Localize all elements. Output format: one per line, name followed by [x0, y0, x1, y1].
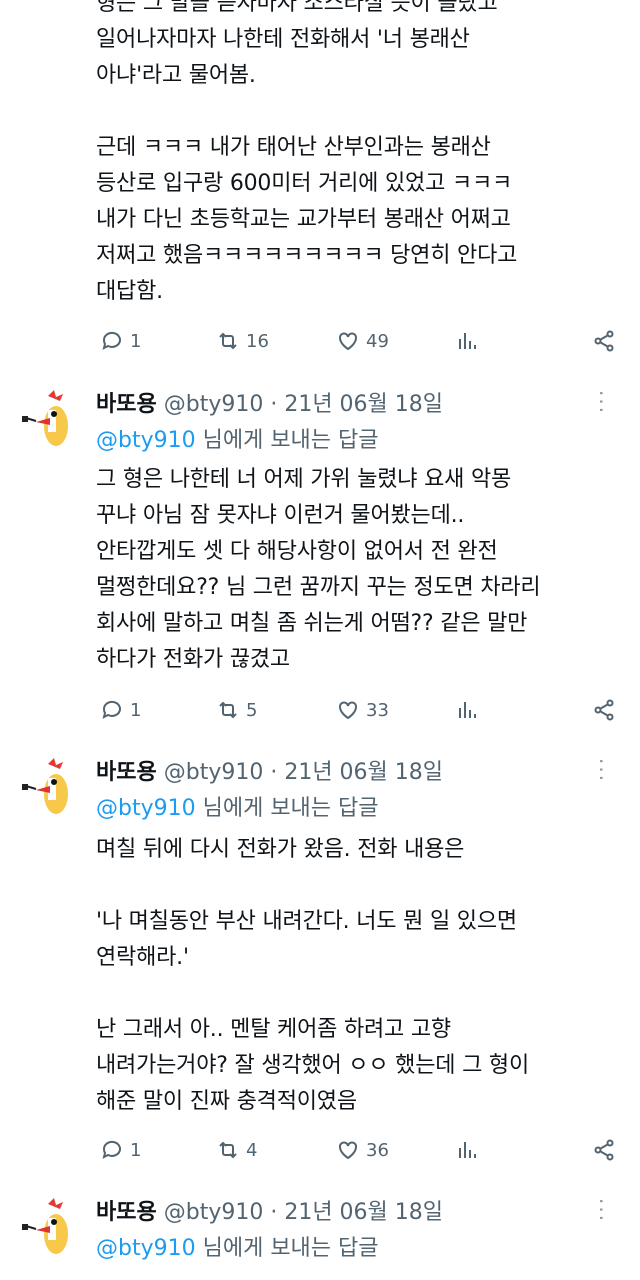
tweet-header: 바또용 @bty910 · 21년 06월 18일 [96, 758, 620, 788]
reply-context: @bty910 님에게 보내는 답글 [96, 426, 379, 456]
author-name[interactable]: 바또용 [96, 1200, 157, 1225]
reply-context-label: 님에게 보내는 답글 [195, 428, 379, 453]
retweet-icon [219, 332, 237, 350]
avatar[interactable] [16, 388, 78, 450]
tweet-header: 바또용 @bty910 · 21년 06월 18일 [96, 390, 620, 420]
retweet-icon [219, 701, 237, 719]
like-button[interactable]: 49 [336, 329, 389, 353]
tweet-actions: 1 4 36 [96, 1136, 616, 1164]
tweet-date: · 21년 06월 18일 [270, 760, 444, 785]
reply-button[interactable]: 1 [100, 698, 141, 722]
reply-icon [102, 700, 121, 719]
reply-mention-link[interactable]: @bty910 [96, 1236, 196, 1261]
tweet-text: 며칠 뒤에 다시 전화가 왔음. 전화 내용은 '나 며칠동안 부산 내려간다.… [96, 837, 529, 1114]
like-button[interactable]: 33 [336, 698, 389, 722]
share-button[interactable] [592, 329, 616, 353]
analytics-icon [459, 702, 476, 718]
retweet-button[interactable]: 5 [216, 698, 257, 722]
author-handle[interactable]: @bty910 [164, 392, 264, 417]
reply-mention-link[interactable]: @bty910 [96, 796, 196, 821]
tweet-text: 형은 그 말을 듣자마자 소스라칠 듯이 놀랐고 일어나자마자 나한테 전화해서… [96, 0, 518, 304]
avatar[interactable] [16, 1196, 78, 1258]
reply-context: @bty910 님에게 보내는 답글 [96, 1234, 379, 1264]
reply-count: 1 [130, 1139, 142, 1161]
share-button[interactable] [592, 698, 616, 722]
tweet-actions: 1 16 49 [96, 327, 616, 355]
reply-icon [102, 1140, 121, 1159]
reply-mention-link[interactable]: @bty910 [96, 428, 196, 453]
share-button[interactable] [592, 1138, 616, 1162]
author-handle[interactable]: @bty910 [164, 760, 264, 785]
analytics-button[interactable] [456, 698, 480, 722]
retweet-button[interactable]: 4 [216, 1138, 257, 1162]
like-count: 36 [366, 1139, 389, 1161]
like-icon [339, 701, 357, 720]
reply-context-label: 님에게 보내는 답글 [195, 1236, 379, 1261]
tweet-date: · 21년 06월 18일 [270, 1200, 444, 1225]
retweet-count: 16 [246, 330, 269, 352]
reply-button[interactable]: 1 [100, 329, 141, 353]
reply-context-label: 님에게 보내는 답글 [195, 796, 379, 821]
share-icon [594, 699, 614, 721]
analytics-icon [459, 333, 476, 349]
like-icon [339, 332, 357, 351]
like-count: 33 [366, 699, 389, 721]
retweet-count: 4 [246, 1139, 258, 1161]
author-handle[interactable]: @bty910 [164, 1200, 264, 1225]
more-icon[interactable]: ··· [586, 390, 616, 415]
more-icon[interactable]: ··· [586, 1198, 616, 1223]
like-button[interactable]: 36 [336, 1138, 389, 1162]
analytics-icon [459, 1142, 476, 1158]
author-name[interactable]: 바또용 [96, 760, 157, 785]
like-icon [339, 1141, 357, 1160]
avatar[interactable] [16, 756, 78, 818]
tweet-header: 바또용 @bty910 · 21년 06월 18일 [96, 1198, 620, 1228]
share-icon [594, 330, 614, 352]
author-name[interactable]: 바또용 [96, 392, 157, 417]
like-count: 49 [366, 330, 389, 352]
analytics-button[interactable] [456, 329, 480, 353]
reply-count: 1 [130, 330, 142, 352]
share-icon [594, 1139, 614, 1161]
retweet-button[interactable]: 16 [216, 329, 269, 353]
reply-context: @bty910 님에게 보내는 답글 [96, 794, 379, 824]
retweet-count: 5 [246, 699, 258, 721]
more-icon[interactable]: ··· [586, 758, 616, 783]
retweet-icon [219, 1141, 237, 1159]
reply-count: 1 [130, 699, 142, 721]
reply-icon [102, 331, 121, 350]
analytics-button[interactable] [456, 1138, 480, 1162]
reply-button[interactable]: 1 [100, 1138, 141, 1162]
tweet-date: · 21년 06월 18일 [270, 392, 444, 417]
tweet-text: 그 형은 나한테 너 어제 가위 눌렸냐 요새 악몽 꾸냐 아님 잠 못자냐 이… [96, 467, 541, 672]
tweet-actions: 1 5 33 [96, 696, 616, 724]
